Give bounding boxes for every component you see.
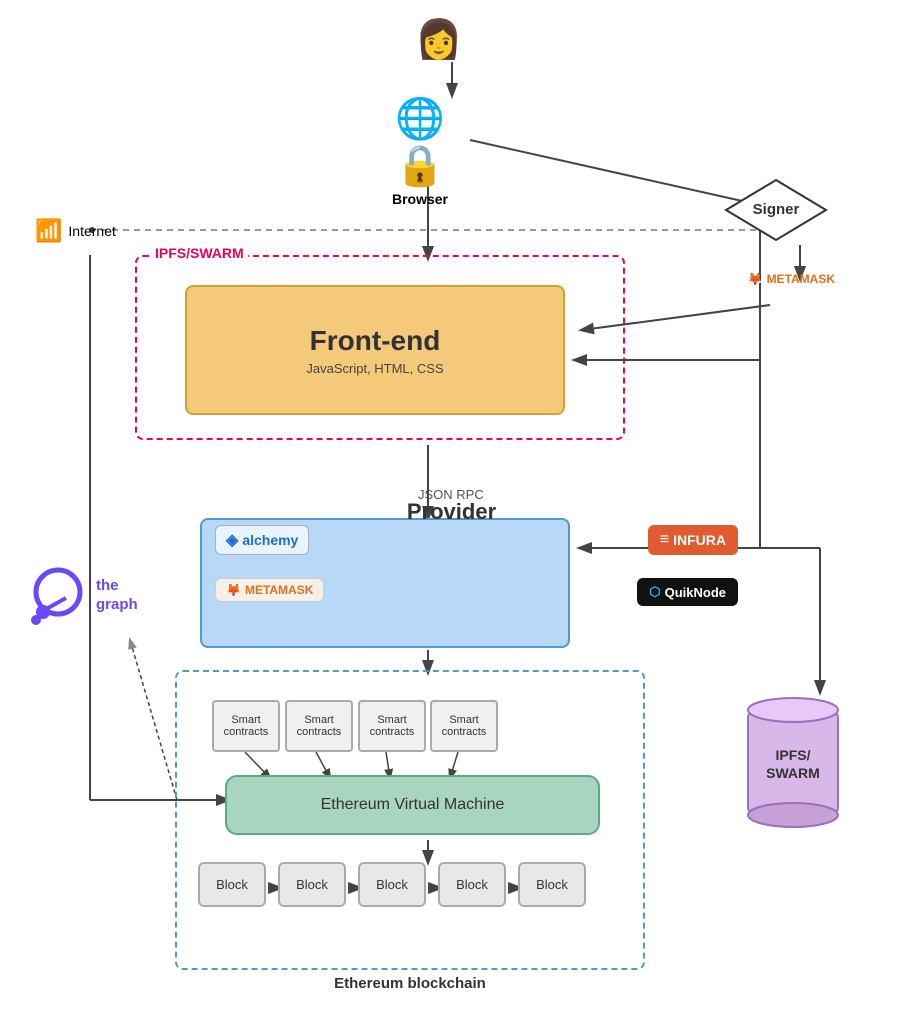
metamask-signer-label: 🦊 METAMASK bbox=[748, 272, 835, 286]
architecture-diagram: 👩 🌐🔒 Browser 📶 Internet Signer 🦊 METAMAS… bbox=[0, 0, 903, 1024]
block-4: Block bbox=[438, 862, 506, 907]
smart-contract-4: Smart contracts bbox=[430, 700, 498, 752]
browser-icon: 🌐🔒 bbox=[380, 95, 460, 189]
frontend-subtitle: JavaScript, HTML, CSS bbox=[306, 361, 443, 376]
alchemy-logo: ◈ alchemy bbox=[215, 525, 309, 555]
svg-text:Signer: Signer bbox=[753, 201, 800, 218]
metamask-label: METAMASK bbox=[767, 272, 835, 286]
ipfs-cylinder: IPFS/ SWARM bbox=[738, 690, 848, 835]
quiknode-logo: ⬡ QuikNode bbox=[637, 578, 738, 606]
smart-contract-1: Smart contracts bbox=[212, 700, 280, 752]
wifi-icon: 📶 bbox=[35, 218, 62, 244]
svg-text:SWARM: SWARM bbox=[766, 765, 820, 781]
evm-box: Ethereum Virtual Machine bbox=[225, 775, 600, 835]
block-5: Block bbox=[518, 862, 586, 907]
frontend-title: Front-end bbox=[310, 325, 441, 357]
frontend-box: Front-end JavaScript, HTML, CSS bbox=[185, 285, 565, 415]
ipfs-swarm-title: IPFS/SWARM bbox=[151, 245, 248, 261]
svg-text:IPFS/: IPFS/ bbox=[775, 747, 810, 763]
smart-contract-2: Smart contracts bbox=[285, 700, 353, 752]
signer-diamond-svg: Signer bbox=[721, 175, 831, 245]
block-1: Block bbox=[198, 862, 266, 907]
smart-contract-3: Smart contracts bbox=[358, 700, 426, 752]
ethereum-blockchain-label: Ethereum blockchain bbox=[334, 975, 486, 992]
browser-label: Browser bbox=[380, 191, 460, 207]
metamask-provider-logo: 🦊 METAMASK bbox=[215, 578, 324, 602]
provider-label: Provider bbox=[407, 499, 496, 525]
internet-label: Internet bbox=[68, 223, 115, 239]
user-icon: 👩 bbox=[415, 18, 462, 62]
browser-box: 🌐🔒 Browser bbox=[380, 95, 460, 207]
block-2: Block bbox=[278, 862, 346, 907]
thegraph-area: thegraph bbox=[28, 560, 138, 630]
metamask-fox-icon: 🦊 bbox=[748, 272, 763, 286]
ipfs-cylinder-svg: IPFS/ SWARM bbox=[738, 690, 848, 835]
signer-area: Signer bbox=[721, 175, 831, 250]
thegraph-icon bbox=[28, 560, 88, 630]
infura-logo: ≡ INFURA bbox=[648, 525, 738, 555]
internet-area: 📶 Internet bbox=[35, 218, 116, 244]
thegraph-label: thegraph bbox=[96, 576, 138, 615]
block-3: Block bbox=[358, 862, 426, 907]
